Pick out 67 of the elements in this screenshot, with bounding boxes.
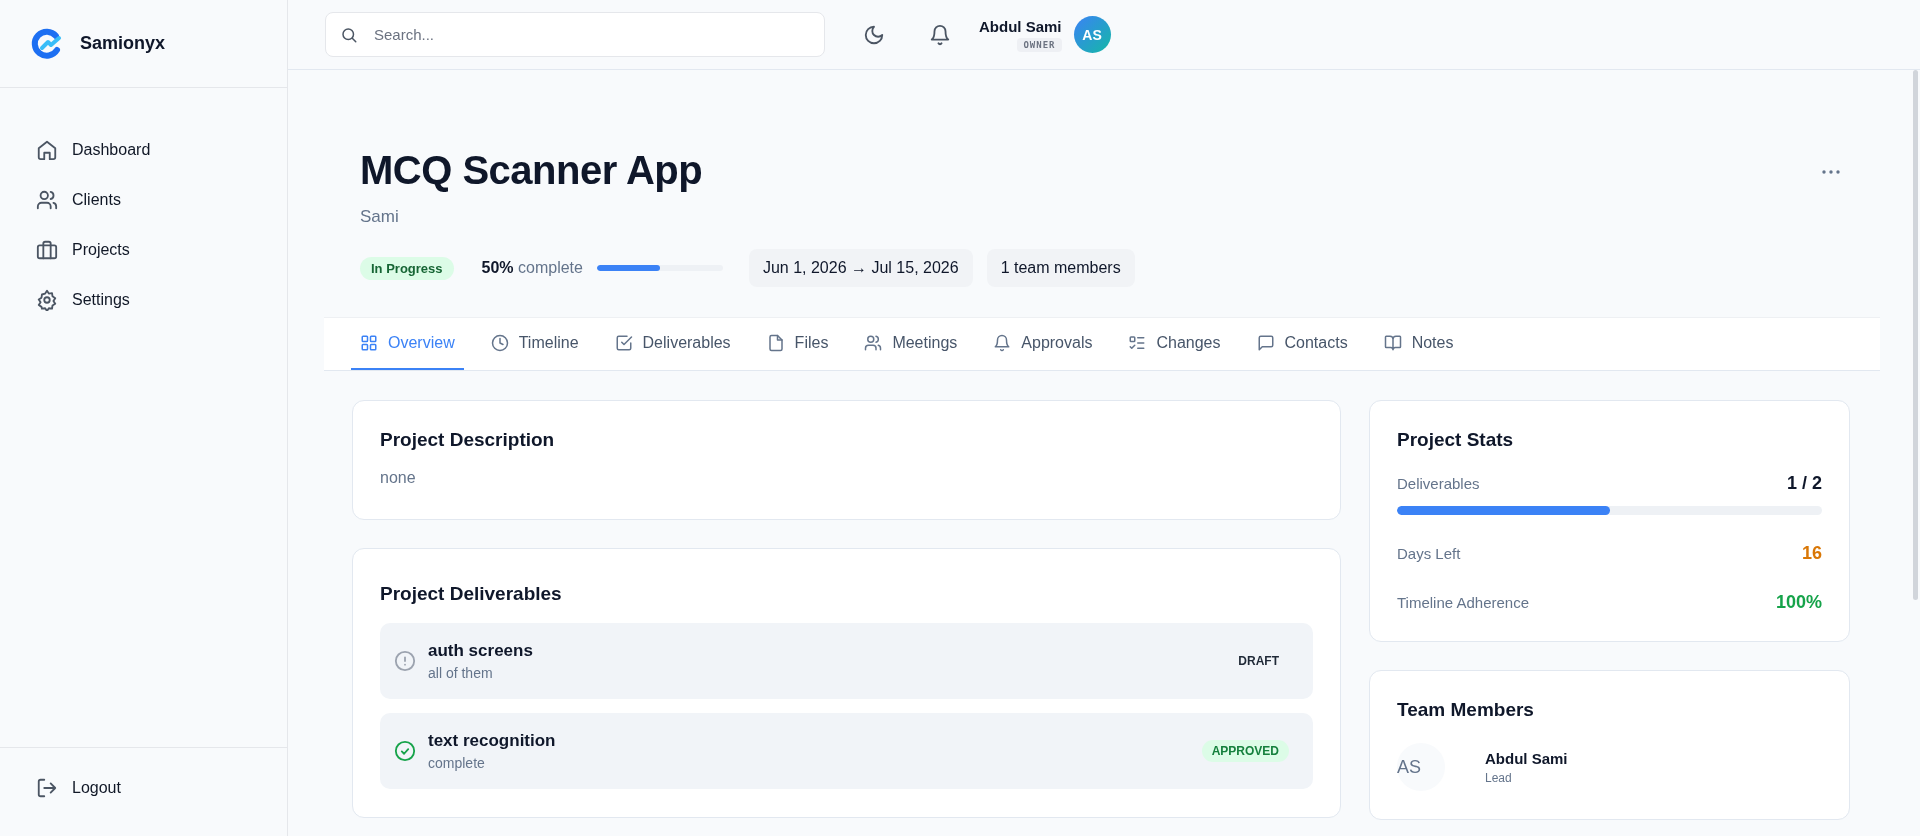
checklist-icon	[1128, 334, 1147, 352]
stat-value: 1 / 2	[1786, 473, 1822, 494]
clock-icon	[490, 334, 509, 352]
checkbox-icon	[614, 334, 633, 352]
tab[interactable]: Changes	[1119, 318, 1230, 370]
moon-icon	[863, 23, 885, 46]
card-title: Project Stats	[1397, 429, 1515, 451]
stat-label: Deliverables	[1397, 475, 1480, 492]
search-input[interactable]: Search...	[372, 25, 810, 44]
deliverable-name: text recognition	[428, 731, 557, 751]
tab[interactable]: Files	[757, 318, 838, 370]
tab[interactable]: Deliverables	[605, 318, 740, 370]
users-icon	[36, 189, 58, 211]
team-count: 1 team members	[986, 249, 1135, 287]
message-icon	[1256, 334, 1275, 352]
tab[interactable]: Contacts	[1247, 318, 1357, 370]
project-title: MCQ Scanner App	[360, 148, 703, 193]
client-name: Sami	[360, 207, 400, 227]
grid-icon	[360, 334, 378, 352]
member-name: Abdul Sami	[1485, 749, 1569, 767]
stat-value: 16	[1801, 543, 1822, 564]
bell-icon	[929, 23, 951, 46]
progress-text: 50% complete	[481, 259, 583, 277]
date-range: Jun 1, 2026 → Jul 15, 2026	[748, 249, 973, 287]
nav-item[interactable]: Settings	[36, 282, 130, 318]
settings-icon	[36, 289, 58, 311]
home-icon	[36, 139, 58, 161]
status-badge: In Progress	[360, 256, 454, 280]
scrollbar[interactable]	[1913, 70, 1918, 600]
card-title: Project Deliverables	[380, 583, 563, 605]
nav-item[interactable]: Projects	[36, 232, 130, 268]
deliverable-note: all of them	[428, 665, 494, 681]
logo-icon	[30, 27, 62, 60]
tab[interactable]: Notes	[1374, 318, 1463, 370]
user-name: Abdul Sami	[979, 17, 1062, 35]
member-role: Lead	[1485, 770, 1513, 785]
deliverable-item[interactable]: text recognition complete APPROVED	[380, 713, 1313, 789]
nav-item[interactable]: Clients	[36, 182, 121, 218]
card-title: Team Members	[1397, 699, 1535, 721]
nav-item[interactable]: Dashboard	[36, 132, 151, 168]
status-badge: APPROVED	[1201, 740, 1289, 762]
member-avatar: AS	[1397, 743, 1445, 791]
logout-link[interactable]: Logout	[36, 770, 121, 806]
briefcase-icon	[36, 239, 58, 261]
description-text: none	[380, 469, 417, 487]
search-icon	[340, 25, 358, 44]
stat-label: Timeline Adherence	[1397, 594, 1530, 611]
book-icon	[1383, 334, 1402, 352]
stat-value: 100%	[1775, 592, 1822, 613]
deliverable-item[interactable]: auth screens all of them DRAFT	[380, 623, 1313, 699]
search-field[interactable]: Search...	[325, 12, 825, 57]
tab[interactable]: Timeline	[481, 318, 588, 370]
more-icon	[1822, 170, 1840, 174]
tab[interactable]: Approvals	[984, 318, 1102, 370]
status-label: DRAFT	[1237, 653, 1280, 670]
logout-icon	[36, 777, 58, 799]
tab[interactable]: Meetings	[855, 318, 967, 370]
bell-icon	[993, 334, 1012, 352]
role-badge: OWNER	[1017, 37, 1062, 52]
stat-label: Days Left	[1397, 545, 1461, 562]
deliverable-note: complete	[428, 755, 486, 771]
deliverable-name: auth screens	[428, 641, 534, 661]
card-title: Project Description	[380, 429, 556, 451]
brand-name: Samionyx	[80, 33, 166, 54]
file-icon	[766, 334, 785, 352]
users-icon	[864, 334, 883, 352]
tab[interactable]: Overview	[351, 318, 464, 370]
